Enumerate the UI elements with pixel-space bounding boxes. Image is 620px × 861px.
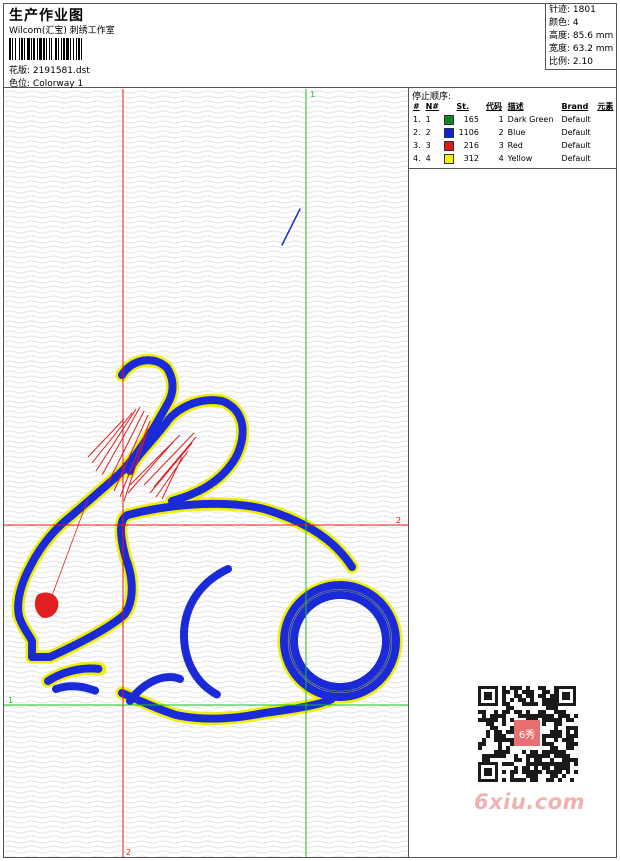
col-description: 描述 — [507, 102, 524, 111]
table-row: 2. 2 1106 2 Blue Default — [411, 126, 617, 139]
color-swatch — [444, 140, 455, 151]
table-header-row: # N# St. 代码 描述 Brand 元素 — [411, 100, 617, 113]
stitch-count: 针迹: 1801 — [549, 5, 596, 15]
row-description: Red — [507, 141, 523, 150]
row-code: 3 — [498, 141, 504, 150]
red-horizontal-guide-label: 2 — [396, 516, 401, 525]
row-stitches: 1106 — [458, 128, 479, 137]
col-code: 代码 — [486, 102, 503, 111]
row-brand: Default — [561, 141, 591, 150]
design-file-row: 花版: 2191581.dst — [9, 63, 90, 76]
row-index: 1. — [413, 115, 421, 124]
row-description: Yellow — [507, 154, 533, 163]
table-row: 3. 3 216 3 Red Default — [411, 139, 617, 152]
row-stitches: 312 — [463, 154, 479, 163]
row-code: 4 — [498, 154, 504, 163]
panel-divider — [409, 168, 617, 169]
design-label: 花版: — [9, 66, 31, 76]
row-needle: 2 — [425, 128, 431, 137]
col-index: # — [413, 102, 420, 111]
row-code: 1 — [498, 115, 504, 124]
barcode — [9, 38, 82, 60]
row-index: 3. — [413, 141, 421, 150]
qr-logo-text: 6秀 — [519, 729, 535, 741]
row-stitches: 165 — [463, 115, 479, 124]
design-stats: 针迹: 1801 颜色: 4 高度: 85.6 mm 宽度: 63.2 mm 比… — [545, 3, 617, 70]
row-needle: 1 — [425, 115, 431, 124]
qr-code: 6秀 — [470, 680, 584, 788]
design-width: 宽度: 63.2 mm — [549, 44, 614, 54]
company-name: Wilcom(汇宝) 刺绣工作室 — [9, 26, 115, 36]
row-stitches: 216 — [463, 141, 479, 150]
row-needle: 4 — [425, 154, 431, 163]
fabric-texture — [4, 89, 408, 857]
color-count: 颜色: 4 — [549, 18, 579, 28]
table-row: 1. 1 165 1 Dark Green Default — [411, 113, 617, 126]
watermark-text: 6xiu.com — [474, 790, 586, 814]
row-brand: Default — [561, 154, 591, 163]
colorway-name: Colorway 1 — [32, 79, 84, 89]
qr-finder-top-left — [478, 686, 498, 706]
color-swatch — [444, 127, 455, 138]
design-file-name: 2191581.dst — [32, 66, 90, 76]
red-vertical-guide-label-bottom: 2 — [126, 848, 131, 857]
green-vertical-guide-label: 1 — [310, 90, 315, 99]
col-element: 元素 — [597, 102, 614, 111]
row-index: 4. — [413, 154, 421, 163]
page-title: 生产作业图 — [9, 8, 84, 24]
color-swatch — [444, 114, 455, 125]
col-stitches: St. — [456, 102, 470, 111]
col-needle: N# — [425, 102, 439, 111]
table-row: 4. 4 312 4 Yellow Default — [411, 152, 617, 165]
design-scale: 比例: 2.10 — [549, 57, 593, 67]
embroidery-preview: 2 2 1 1 — [4, 89, 408, 857]
stop-sequence-table: # N# St. 代码 描述 Brand 元素 1. 1 165 1 Dark … — [411, 100, 617, 165]
green-horizontal-guide-label: 1 — [8, 696, 13, 705]
colorway-row: 色位: Colorway 1 — [9, 76, 83, 89]
color-swatch — [444, 153, 455, 164]
row-needle: 3 — [425, 141, 431, 150]
row-code: 2 — [498, 128, 504, 137]
header: 生产作业图 Wilcom(汇宝) 刺绣工作室 花版: 2191581.dst 色… — [3, 3, 617, 89]
colorway-label: 色位: — [9, 79, 31, 89]
qr-finder-top-right — [556, 686, 576, 706]
row-index: 2. — [413, 128, 421, 137]
row-brand: Default — [561, 128, 591, 137]
design-height: 高度: 85.6 mm — [549, 31, 614, 41]
row-description: Dark Green — [507, 115, 554, 124]
col-brand: Brand — [561, 102, 589, 111]
row-brand: Default — [561, 115, 591, 124]
row-description: Blue — [507, 128, 526, 137]
qr-finder-bottom-left — [478, 762, 498, 782]
